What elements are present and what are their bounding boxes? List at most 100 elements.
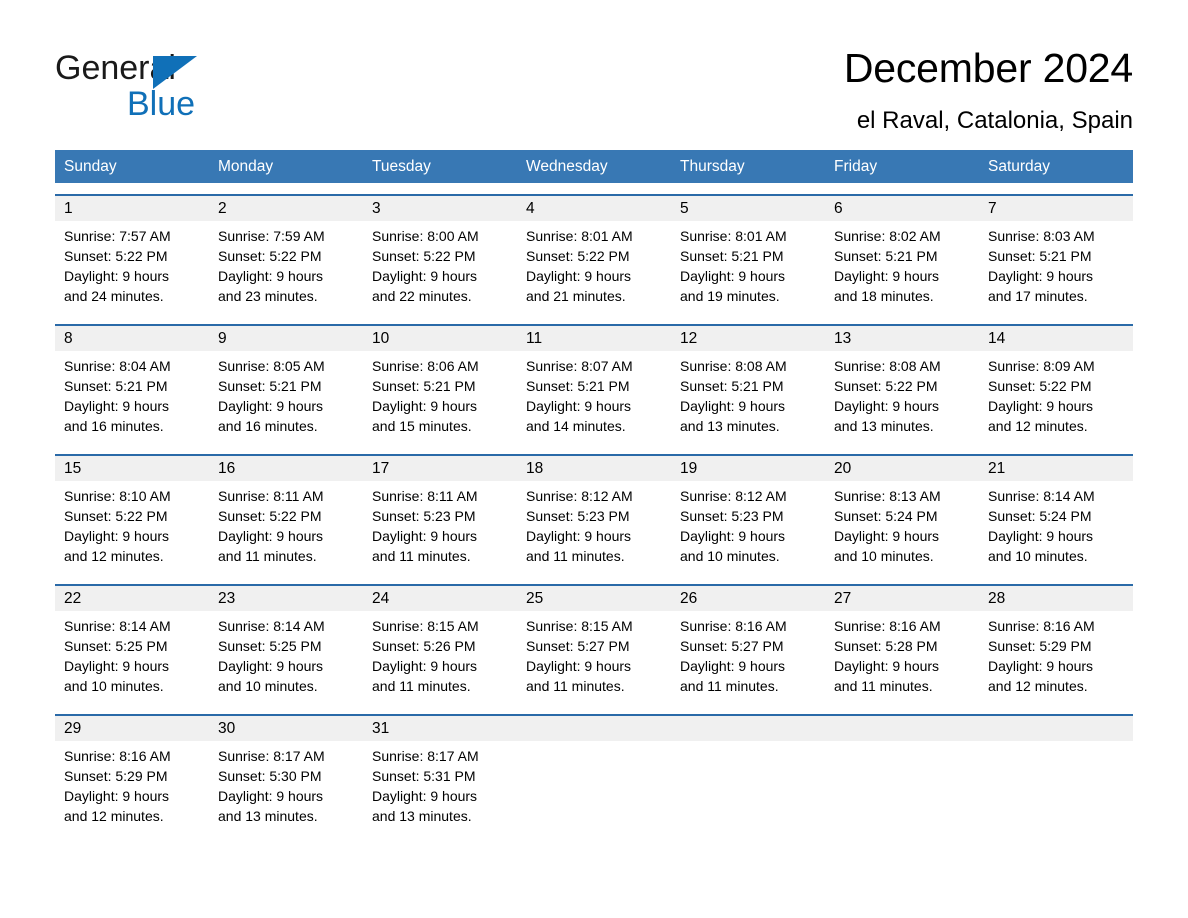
day-number[interactable]: 27 [825,586,979,611]
day-number[interactable]: 13 [825,326,979,351]
day-detail: Sunrise: 8:01 AM Sunset: 5:22 PM Dayligh… [526,228,633,304]
day-number-empty [825,716,979,741]
day-number[interactable]: 21 [979,456,1133,481]
day-detail: Sunrise: 7:57 AM Sunset: 5:22 PM Dayligh… [64,228,171,304]
week-row: 8 9 10 11 12 13 14 Sunrise: 8:04 AM Suns… [55,324,1133,443]
day-detail: Sunrise: 8:05 AM Sunset: 5:21 PM Dayligh… [218,358,325,434]
day-detail: Sunrise: 8:17 AM Sunset: 5:31 PM Dayligh… [372,748,479,824]
day-number[interactable]: 1 [55,196,209,221]
day-detail: Sunrise: 8:03 AM Sunset: 5:21 PM Dayligh… [988,228,1095,304]
week-row: 22 23 24 25 26 27 28 Sunrise: 8:14 AM Su… [55,584,1133,703]
day-detail: Sunrise: 8:11 AM Sunset: 5:23 PM Dayligh… [372,488,478,564]
day-detail-empty [517,746,671,833]
day-detail: Sunrise: 8:16 AM Sunset: 5:27 PM Dayligh… [680,618,787,694]
day-detail: Sunrise: 8:08 AM Sunset: 5:22 PM Dayligh… [834,358,941,434]
day-number[interactable]: 29 [55,716,209,741]
day-number[interactable]: 24 [363,586,517,611]
calendar-grid: Sunday Monday Tuesday Wednesday Thursday… [55,150,1133,833]
weekday-header-saturday: Saturday [988,158,1051,175]
weekday-header-sunday: Sunday [64,158,117,175]
week-row: 29 30 31 Sunrise: 8:16 AM Sunset: 5:29 P… [55,714,1133,833]
weekday-header-tuesday: Tuesday [372,158,431,175]
day-detail: Sunrise: 8:14 AM Sunset: 5:24 PM Dayligh… [988,488,1095,564]
day-detail: Sunrise: 8:10 AM Sunset: 5:22 PM Dayligh… [64,488,171,564]
page-subtitle: el Raval, Catalonia, Spain [856,107,1133,134]
day-detail: Sunrise: 8:00 AM Sunset: 5:22 PM Dayligh… [372,228,479,304]
page-header: General Blue December 2024 el Raval, Cat… [0,0,1188,150]
day-number[interactable]: 2 [209,196,363,221]
day-number[interactable]: 4 [517,196,671,221]
weekday-header-friday: Friday [834,158,878,175]
day-number[interactable]: 20 [825,456,979,481]
week-row: 15 16 17 18 19 20 21 Sunrise: 8:10 AM Su… [55,454,1133,573]
week-detail-band: Sunrise: 8:14 AM Sunset: 5:25 PM Dayligh… [55,611,1133,703]
day-number[interactable]: 15 [55,456,209,481]
day-detail: Sunrise: 8:07 AM Sunset: 5:21 PM Dayligh… [526,358,633,434]
day-detail: Sunrise: 8:14 AM Sunset: 5:25 PM Dayligh… [218,618,325,694]
day-detail: Sunrise: 8:08 AM Sunset: 5:21 PM Dayligh… [680,358,787,434]
day-number[interactable]: 22 [55,586,209,611]
week-daynumber-band: 29 30 31 [55,716,1133,741]
weekday-header-thursday: Thursday [680,158,745,175]
week-row: 1 2 3 4 5 6 7 Sunrise: 7:57 AM Sunset: 5… [55,194,1133,313]
week-detail-band: Sunrise: 7:57 AM Sunset: 5:22 PM Dayligh… [55,221,1133,313]
day-number[interactable]: 30 [209,716,363,741]
day-detail: Sunrise: 8:16 AM Sunset: 5:29 PM Dayligh… [64,748,171,824]
day-detail: Sunrise: 8:12 AM Sunset: 5:23 PM Dayligh… [526,488,633,564]
day-number-empty [671,716,825,741]
day-number[interactable]: 12 [671,326,825,351]
week-daynumber-band: 15 16 17 18 19 20 21 [55,456,1133,481]
day-detail: Sunrise: 8:17 AM Sunset: 5:30 PM Dayligh… [218,748,325,824]
week-detail-band: Sunrise: 8:16 AM Sunset: 5:29 PM Dayligh… [55,741,1133,833]
day-number[interactable]: 11 [517,326,671,351]
day-number[interactable]: 10 [363,326,517,351]
day-detail: Sunrise: 8:04 AM Sunset: 5:21 PM Dayligh… [64,358,171,434]
general-blue-logo: General Blue [55,44,285,124]
day-detail: Sunrise: 8:11 AM Sunset: 5:22 PM Dayligh… [218,488,324,564]
day-detail-empty [825,746,979,833]
day-number[interactable]: 19 [671,456,825,481]
page-title: December 2024 [843,45,1133,91]
day-number-empty [979,716,1133,741]
day-number[interactable]: 28 [979,586,1133,611]
logo-text-blue: Blue [127,85,196,123]
calendar-page: General Blue December 2024 el Raval, Cat… [0,0,1188,918]
day-detail-empty [671,746,825,833]
day-detail: Sunrise: 8:09 AM Sunset: 5:22 PM Dayligh… [988,358,1095,434]
week-daynumber-band: 1 2 3 4 5 6 7 [55,196,1133,221]
week-daynumber-band: 8 9 10 11 12 13 14 [55,326,1133,351]
day-detail: Sunrise: 8:13 AM Sunset: 5:24 PM Dayligh… [834,488,941,564]
weekday-header-monday: Monday [218,158,274,175]
week-detail-band: Sunrise: 8:10 AM Sunset: 5:22 PM Dayligh… [55,481,1133,573]
day-number[interactable]: 7 [979,196,1133,221]
day-number[interactable]: 3 [363,196,517,221]
day-number[interactable]: 14 [979,326,1133,351]
day-number[interactable]: 16 [209,456,363,481]
day-detail: Sunrise: 8:14 AM Sunset: 5:25 PM Dayligh… [64,618,171,694]
day-detail: Sunrise: 8:06 AM Sunset: 5:21 PM Dayligh… [372,358,479,434]
week-detail-band: Sunrise: 8:04 AM Sunset: 5:21 PM Dayligh… [55,351,1133,443]
day-detail: Sunrise: 8:16 AM Sunset: 5:28 PM Dayligh… [834,618,941,694]
day-number[interactable]: 9 [209,326,363,351]
day-number[interactable]: 6 [825,196,979,221]
day-number[interactable]: 25 [517,586,671,611]
day-number[interactable]: 8 [55,326,209,351]
day-detail: Sunrise: 8:15 AM Sunset: 5:27 PM Dayligh… [526,618,633,694]
weekday-header-row: Sunday Monday Tuesday Wednesday Thursday… [55,150,1133,183]
day-detail: Sunrise: 8:16 AM Sunset: 5:29 PM Dayligh… [988,618,1095,694]
day-detail: Sunrise: 8:12 AM Sunset: 5:23 PM Dayligh… [680,488,787,564]
day-number[interactable]: 26 [671,586,825,611]
weekday-header-wednesday: Wednesday [526,158,608,175]
day-number[interactable]: 17 [363,456,517,481]
day-number[interactable]: 23 [209,586,363,611]
day-number[interactable]: 18 [517,456,671,481]
title-block: December 2024 el Raval, Catalonia, Spain [844,44,1133,136]
week-daynumber-band: 22 23 24 25 26 27 28 [55,586,1133,611]
day-detail: Sunrise: 8:02 AM Sunset: 5:21 PM Dayligh… [834,228,941,304]
day-detail: Sunrise: 8:01 AM Sunset: 5:21 PM Dayligh… [680,228,787,304]
day-number[interactable]: 5 [671,196,825,221]
logo-triangle-icon [153,56,197,89]
day-number[interactable]: 31 [363,716,517,741]
day-number-empty [517,716,671,741]
day-detail: Sunrise: 7:59 AM Sunset: 5:22 PM Dayligh… [218,228,325,304]
